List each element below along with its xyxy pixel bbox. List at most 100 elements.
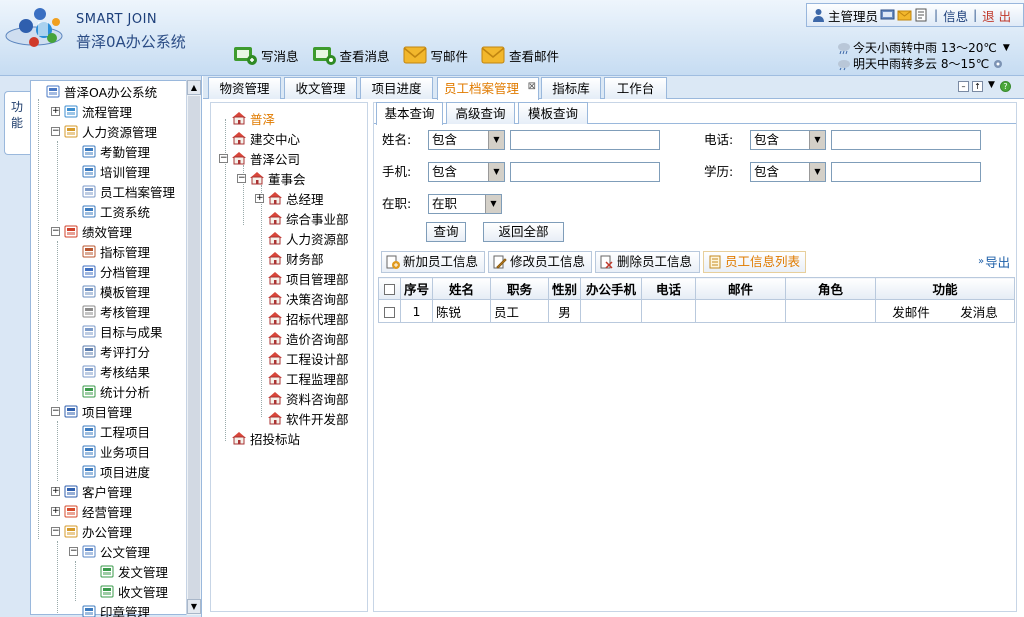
add-employee-button[interactable]: 新加员工信息 xyxy=(381,251,485,273)
sidebar-item[interactable]: 收文管理 xyxy=(87,581,168,601)
query-button[interactable]: 查询 xyxy=(426,222,466,242)
org-tree-node[interactable]: 工程设计部 xyxy=(255,348,349,368)
org-tree-node[interactable]: + 总经理 xyxy=(255,188,324,208)
name-operator-select[interactable]: 包含 ▼ xyxy=(428,130,505,150)
org-tree-node[interactable]: 决策咨询部 xyxy=(255,288,349,308)
org-tree-node[interactable]: − 董事会 xyxy=(237,168,306,188)
write-message-button[interactable]: 写消息 xyxy=(232,42,299,68)
sidebar-item[interactable]: − 公文管理 xyxy=(69,541,150,561)
org-tree-node[interactable]: 财务部 xyxy=(255,248,324,268)
sidebar-item[interactable]: + 客户管理 xyxy=(51,481,132,501)
dropdown-icon[interactable]: ▼ xyxy=(986,81,997,92)
collapse-icon[interactable]: − xyxy=(51,526,60,536)
tab-template-query[interactable]: 模板查询 xyxy=(518,102,588,124)
sidebar-item[interactable]: 考勤管理 xyxy=(69,141,150,161)
weather-settings-icon[interactable] xyxy=(991,57,1006,71)
sidebar-item[interactable]: 印章管理 xyxy=(69,601,150,617)
sidebar-item[interactable]: 考评打分 xyxy=(69,341,150,361)
org-tree-node[interactable]: 建交中心 xyxy=(219,128,300,148)
scroll-up-button[interactable]: ▲ xyxy=(187,80,201,95)
mobile-operator-select[interactable]: 包含 ▼ xyxy=(428,162,505,182)
restore-icon[interactable]: ↑ xyxy=(972,81,983,92)
sidebar-item[interactable]: − 绩效管理 xyxy=(51,221,132,241)
employment-status-select[interactable]: 在职 ▼ xyxy=(428,194,502,214)
help-icon[interactable]: ? xyxy=(1000,81,1011,92)
org-tree-node[interactable]: 造价咨询部 xyxy=(255,328,349,348)
monitor-icon[interactable] xyxy=(880,8,895,22)
sidebar-item[interactable]: 目标与成果 xyxy=(69,321,163,341)
tab-received-docs[interactable]: 收文管理 xyxy=(284,77,357,99)
phone-operator-select[interactable]: 包含 ▼ xyxy=(750,130,826,150)
education-operator-select[interactable]: 包含 ▼ xyxy=(750,162,826,182)
mail-icon[interactable] xyxy=(897,8,912,22)
tab-employee-records[interactable]: 员工档案管理 ⊠ xyxy=(437,77,539,100)
scroll-thumb[interactable] xyxy=(188,96,200,599)
select-all-checkbox[interactable] xyxy=(384,284,395,295)
sidebar-item[interactable]: 模板管理 xyxy=(69,281,150,301)
select-all-checkbox-cell[interactable] xyxy=(378,277,401,300)
scroll-down-button[interactable]: ▼ xyxy=(187,599,201,614)
tab-index-library[interactable]: 指标库 xyxy=(541,77,601,99)
write-mail-button[interactable]: 写邮件 xyxy=(402,42,468,68)
sidebar-item[interactable]: + 流程管理 xyxy=(51,101,132,121)
sidebar-item[interactable]: − 项目管理 xyxy=(51,401,132,421)
sidebar-item[interactable]: 业务项目 xyxy=(69,441,150,461)
name-input[interactable] xyxy=(510,130,660,150)
sidebar-item[interactable]: 发文管理 xyxy=(87,561,168,581)
org-tree-node[interactable]: 工程监理部 xyxy=(255,368,349,388)
org-tree-node[interactable]: 项目管理部 xyxy=(255,268,349,288)
view-message-button[interactable]: 查看消息 xyxy=(311,42,390,68)
minimize-icon[interactable]: – xyxy=(958,81,969,92)
expand-icon[interactable]: + xyxy=(51,106,60,116)
phone-input[interactable] xyxy=(831,130,981,150)
send-mail-link[interactable]: 发邮件 xyxy=(879,302,943,321)
expand-icon[interactable]: + xyxy=(51,506,60,516)
edit-employee-button[interactable]: 修改员工信息 xyxy=(488,251,592,273)
org-tree-node[interactable]: 招标代理部 xyxy=(255,308,349,328)
export-link[interactable]: » 导出 xyxy=(978,252,1010,271)
org-tree-node[interactable]: 软件开发部 xyxy=(255,408,349,428)
sidebar-item[interactable]: 项目进度 xyxy=(69,461,150,481)
logout-link[interactable]: 退 出 xyxy=(982,6,1011,25)
org-tree-node[interactable]: 资料咨询部 xyxy=(255,388,349,408)
table-row[interactable]: 1 陈锐 员工 男 发邮件 发消息 xyxy=(378,299,1015,323)
send-message-link[interactable]: 发消息 xyxy=(947,302,1011,321)
function-side-tab[interactable]: 功 能 xyxy=(4,91,30,155)
tab-workbench[interactable]: 工作台 xyxy=(604,77,667,99)
view-mail-button[interactable]: 查看邮件 xyxy=(480,42,559,68)
sidebar-item[interactable]: 普泽OA办公系统 xyxy=(33,81,157,101)
sidebar-item[interactable]: 分档管理 xyxy=(69,261,150,281)
education-input[interactable] xyxy=(831,162,981,182)
tab-advanced-query[interactable]: 高级查询 xyxy=(446,102,515,124)
sidebar-item[interactable]: 工程项目 xyxy=(69,421,150,441)
delete-employee-button[interactable]: 删除员工信息 xyxy=(595,251,700,273)
expand-icon[interactable]: + xyxy=(255,193,264,203)
collapse-icon[interactable]: − xyxy=(51,126,60,136)
tab-close-icon[interactable]: ⊠ xyxy=(528,76,536,97)
org-tree-node[interactable]: − 普泽公司 xyxy=(219,148,300,168)
tab-basic-query[interactable]: 基本查询 xyxy=(376,102,443,125)
sidebar-item[interactable]: 员工档案管理 xyxy=(69,181,175,201)
sidebar-item[interactable]: 统计分析 xyxy=(69,381,150,401)
note-icon[interactable] xyxy=(914,8,929,22)
row-checkbox[interactable] xyxy=(384,306,395,318)
org-tree-node[interactable]: 普泽 xyxy=(219,108,275,128)
user-name[interactable]: 主管理员 xyxy=(828,6,878,25)
sidebar-item[interactable]: 考核结果 xyxy=(69,361,150,381)
weather-dropdown-icon[interactable]: ▼ xyxy=(1003,40,1010,56)
tab-materials[interactable]: 物资管理 xyxy=(208,77,281,99)
tab-project-progress[interactable]: 项目进度 xyxy=(360,77,433,99)
mobile-input[interactable] xyxy=(510,162,660,182)
sidebar-scrollbar[interactable]: ▲ ▼ xyxy=(186,80,201,615)
sidebar-item[interactable]: 工资系统 xyxy=(69,201,150,221)
sidebar-item[interactable]: − 办公管理 xyxy=(51,521,132,541)
collapse-icon[interactable]: − xyxy=(51,406,60,416)
org-tree-node[interactable]: 招投标站 xyxy=(219,428,300,448)
expand-icon[interactable]: + xyxy=(51,486,60,496)
sidebar-item[interactable]: 考核管理 xyxy=(69,301,150,321)
org-tree-node[interactable]: 综合事业部 xyxy=(255,208,349,228)
info-link[interactable]: 信息 xyxy=(943,6,968,25)
row-checkbox-cell[interactable] xyxy=(378,299,401,323)
employee-list-button[interactable]: 员工信息列表 xyxy=(703,251,806,273)
collapse-icon[interactable]: − xyxy=(237,173,246,183)
